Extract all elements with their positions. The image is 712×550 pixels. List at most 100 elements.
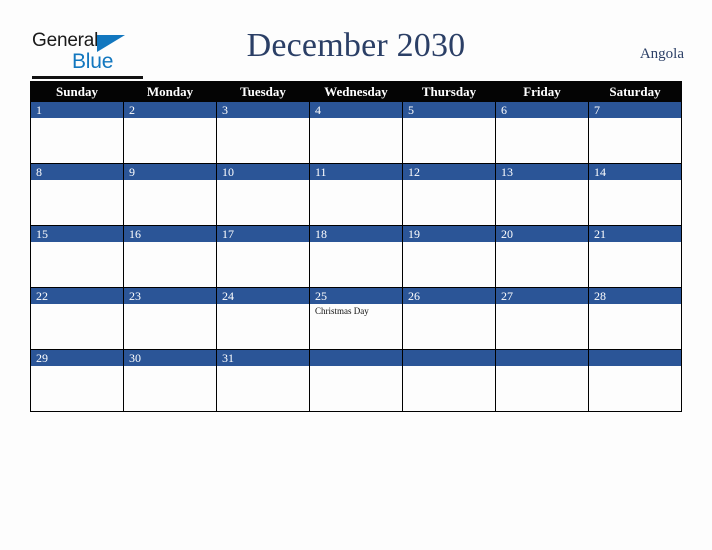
- day-number: 3: [217, 102, 309, 118]
- day-number: 5: [403, 102, 495, 118]
- calendar-day-cell[interactable]: 8: [30, 163, 124, 226]
- calendar-day-cell[interactable]: 13: [495, 163, 589, 226]
- calendar-day-cell[interactable]: 22: [30, 287, 124, 350]
- calendar-day-cell[interactable]: 29: [30, 349, 124, 412]
- calendar-day-cell[interactable]: 26: [402, 287, 496, 350]
- day-number: [310, 350, 402, 366]
- calendar-day-cell[interactable]: 18: [309, 225, 403, 288]
- calendar-day-cell[interactable]: 23: [123, 287, 217, 350]
- day-events: [124, 180, 216, 182]
- day-number: 17: [217, 226, 309, 242]
- day-events: [124, 118, 216, 120]
- weekday-header-sunday: Sunday: [30, 81, 124, 102]
- calendar-day-cell[interactable]: 9: [123, 163, 217, 226]
- day-number: 20: [496, 226, 588, 242]
- day-number: 11: [310, 164, 402, 180]
- logo-underline: [32, 76, 143, 79]
- day-number: [589, 350, 681, 366]
- calendar-day-cell[interactable]: 3: [216, 101, 310, 164]
- day-events: [403, 366, 495, 368]
- calendar-day-cell[interactable]: 30: [123, 349, 217, 412]
- weekday-header-tuesday: Tuesday: [216, 81, 310, 102]
- day-number: [496, 350, 588, 366]
- day-events: [403, 118, 495, 120]
- day-number: 1: [31, 102, 123, 118]
- day-number: 7: [589, 102, 681, 118]
- day-number: 9: [124, 164, 216, 180]
- calendar-day-cell[interactable]: [588, 349, 682, 412]
- day-events: [310, 242, 402, 244]
- day-number: 31: [217, 350, 309, 366]
- day-number: 16: [124, 226, 216, 242]
- calendar-day-cell[interactable]: 14: [588, 163, 682, 226]
- calendar-day-cell[interactable]: 28: [588, 287, 682, 350]
- calendar-day-cell[interactable]: 17: [216, 225, 310, 288]
- day-events: [496, 366, 588, 368]
- day-number: 23: [124, 288, 216, 304]
- calendar-week-row: 15 16 17 18 19 20 21: [30, 225, 682, 288]
- calendar-table: Sunday Monday Tuesday Wednesday Thursday…: [30, 81, 682, 412]
- day-events: [217, 118, 309, 120]
- day-number: 28: [589, 288, 681, 304]
- weekday-header-thursday: Thursday: [402, 81, 496, 102]
- day-number: 18: [310, 226, 402, 242]
- day-events: [31, 118, 123, 120]
- calendar-day-cell[interactable]: 6: [495, 101, 589, 164]
- calendar-day-cell[interactable]: [309, 349, 403, 412]
- page-title: December 2030: [246, 27, 466, 64]
- weekday-header-row: Sunday Monday Tuesday Wednesday Thursday…: [30, 81, 682, 102]
- calendar-body: 1 2 3 4 5 6 7 8 9 10 11 12 13 14 15 16 17 18 19 20 21 22 23 24 2…: [30, 101, 682, 412]
- calendar-day-cell[interactable]: 5: [402, 101, 496, 164]
- day-number: 21: [589, 226, 681, 242]
- day-events: [31, 180, 123, 182]
- day-number: 4: [310, 102, 402, 118]
- day-number: 12: [403, 164, 495, 180]
- calendar-day-cell[interactable]: 19: [402, 225, 496, 288]
- calendar-day-cell[interactable]: 31: [216, 349, 310, 412]
- day-events: [310, 366, 402, 368]
- day-number: 15: [31, 226, 123, 242]
- calendar-page: General Blue December 2030 Angola Sunday…: [0, 0, 712, 550]
- calendar-day-cell[interactable]: 11: [309, 163, 403, 226]
- calendar-day-cell[interactable]: 16: [123, 225, 217, 288]
- calendar-day-cell[interactable]: 20: [495, 225, 589, 288]
- calendar-day-cell[interactable]: 21: [588, 225, 682, 288]
- calendar-day-cell[interactable]: 12: [402, 163, 496, 226]
- day-events: [496, 242, 588, 244]
- weekday-header-wednesday: Wednesday: [309, 81, 403, 102]
- day-events: [496, 180, 588, 182]
- calendar-day-cell[interactable]: 7: [588, 101, 682, 164]
- calendar-day-cell[interactable]: 2: [123, 101, 217, 164]
- calendar-day-cell[interactable]: 1: [30, 101, 124, 164]
- calendar-week-row: 8 9 10 11 12 13 14: [30, 163, 682, 226]
- weekday-header-friday: Friday: [495, 81, 589, 102]
- day-events: [589, 242, 681, 244]
- day-events: [310, 118, 402, 120]
- day-events: [589, 118, 681, 120]
- day-events: [403, 304, 495, 306]
- day-events: [589, 304, 681, 306]
- day-number: 26: [403, 288, 495, 304]
- day-number: 13: [496, 164, 588, 180]
- calendar-day-cell[interactable]: 15: [30, 225, 124, 288]
- calendar-day-cell[interactable]: [402, 349, 496, 412]
- calendar-day-cell[interactable]: 4: [309, 101, 403, 164]
- day-number: 27: [496, 288, 588, 304]
- day-events: [589, 180, 681, 182]
- day-events: [589, 366, 681, 368]
- calendar-day-cell[interactable]: 27: [495, 287, 589, 350]
- day-events: [217, 366, 309, 368]
- page-header: General Blue December 2030 Angola: [0, 0, 712, 80]
- calendar-day-cell[interactable]: 24: [216, 287, 310, 350]
- country-label: Angola: [639, 46, 684, 62]
- day-number: 8: [31, 164, 123, 180]
- calendar-day-cell[interactable]: [495, 349, 589, 412]
- calendar-header-row-group: Sunday Monday Tuesday Wednesday Thursday…: [30, 81, 682, 102]
- day-number: 22: [31, 288, 123, 304]
- day-number: 29: [31, 350, 123, 366]
- day-events: [31, 242, 123, 244]
- day-events: [124, 242, 216, 244]
- day-events: [403, 242, 495, 244]
- calendar-day-cell[interactable]: 10: [216, 163, 310, 226]
- calendar-day-cell[interactable]: 25 Christmas Day: [309, 287, 403, 350]
